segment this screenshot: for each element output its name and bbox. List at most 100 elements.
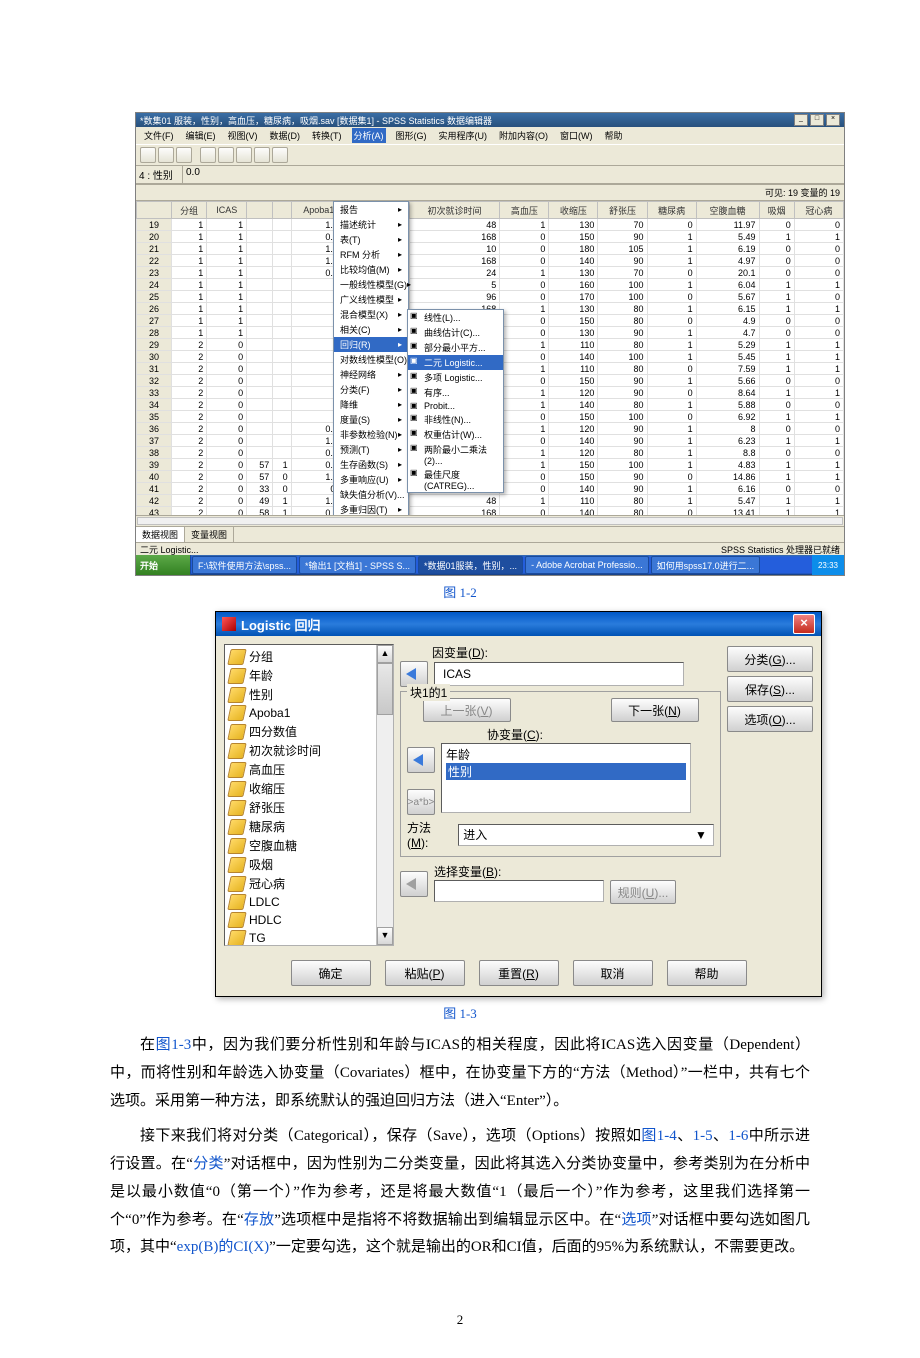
menu-item[interactable]: 多重归因(T)▸ (334, 502, 408, 515)
grid-cell[interactable]: 80 (598, 507, 647, 516)
menu-item[interactable]: 相关(C)▸ (334, 322, 408, 337)
variable-item[interactable]: 空腹血糖 (225, 836, 393, 855)
grid-cell[interactable]: 0 (207, 483, 247, 495)
grid-cell[interactable]: 1 (172, 303, 207, 315)
grid-column-header[interactable]: 分组 (172, 202, 207, 219)
link-options[interactable]: 选项 (621, 1212, 651, 1228)
grid-column-header[interactable]: 糖尿病 (647, 202, 696, 219)
grid-cell[interactable]: 100 (598, 279, 647, 291)
grid-cell[interactable]: 8.64 (696, 387, 759, 399)
grid-cell[interactable] (247, 375, 273, 387)
grid-cell[interactable]: 0 (500, 375, 549, 387)
grid-cell[interactable]: 1 (794, 507, 843, 516)
grid-cell[interactable]: 1 (647, 483, 696, 495)
grid-cell[interactable]: 6.19 (696, 243, 759, 255)
grid-cell[interactable]: 1 (207, 267, 247, 279)
menu-item[interactable]: 生存函数(S)▸ (334, 457, 408, 472)
grid-cell[interactable]: 1 (647, 447, 696, 459)
grid-cell[interactable]: 1 (500, 399, 549, 411)
tb-open-icon[interactable] (140, 147, 156, 163)
grid-cell[interactable]: 49 (247, 495, 273, 507)
grid-cell[interactable]: 1 (759, 351, 794, 363)
grid-cell[interactable]: 105 (598, 243, 647, 255)
menu-file[interactable]: 文件(F) (142, 128, 176, 143)
variable-item[interactable]: 分组 (225, 647, 393, 666)
menu-item[interactable]: 多重响应(U)▸ (334, 472, 408, 487)
grid-cell[interactable]: 1 (207, 255, 247, 267)
grid-cell[interactable]: 58 (247, 507, 273, 516)
grid-cell[interactable] (247, 303, 273, 315)
grid-cell[interactable]: 120 (549, 447, 598, 459)
grid-cell[interactable] (273, 447, 291, 459)
grid-cell[interactable]: 0 (500, 243, 549, 255)
grid-cell[interactable]: 1 (794, 231, 843, 243)
grid-cell[interactable]: 0 (273, 483, 291, 495)
row-header[interactable]: 29 (137, 339, 172, 351)
grid-cell[interactable]: 0 (500, 351, 549, 363)
grid-cell[interactable]: 5.29 (696, 339, 759, 351)
menu-item[interactable]: 分类(F)▸ (334, 382, 408, 397)
grid-cell[interactable]: 0 (647, 507, 696, 516)
dialog-close-icon[interactable]: × (793, 614, 815, 634)
taskbar-item[interactable]: 如何用spss17.0进行二... (651, 556, 761, 574)
menu-utilities[interactable]: 实用程序(U) (437, 128, 490, 143)
scroll-thumb[interactable] (377, 663, 393, 715)
grid-cell[interactable]: 0 (500, 435, 549, 447)
grid-cell[interactable]: 2 (172, 351, 207, 363)
grid-cell[interactable] (273, 291, 291, 303)
grid-cell[interactable] (247, 255, 273, 267)
grid-cell[interactable] (247, 435, 273, 447)
grid-cell[interactable]: 170 (549, 291, 598, 303)
grid-cell[interactable]: 1 (759, 363, 794, 375)
submenu-item[interactable]: ▣部分最小平方... (408, 340, 503, 355)
grid-column-header[interactable]: 冠心病 (794, 202, 843, 219)
grid-cell[interactable]: 1 (172, 267, 207, 279)
grid-cell[interactable]: 0 (500, 279, 549, 291)
menu-item[interactable]: RFM 分析▸ (334, 247, 408, 262)
grid-cell[interactable] (247, 339, 273, 351)
row-header[interactable]: 39 (137, 459, 172, 471)
grid-column-header[interactable] (137, 202, 172, 219)
link-fig1-4[interactable]: 图1-4 (641, 1128, 676, 1144)
grid-cell[interactable]: 10 (409, 243, 499, 255)
grid-cell[interactable]: 1 (172, 279, 207, 291)
variable-item[interactable]: 收缩压 (225, 779, 393, 798)
grid-cell[interactable]: 13.41 (696, 507, 759, 516)
grid-cell[interactable]: 0 (647, 219, 696, 231)
grid-cell[interactable]: 1 (207, 219, 247, 231)
grid-cell[interactable]: 0 (759, 315, 794, 327)
grid-cell[interactable]: 1 (172, 327, 207, 339)
grid-cell[interactable] (273, 363, 291, 375)
taskbar-item[interactable]: - Adobe Acrobat Professio... (525, 556, 649, 574)
interaction-button[interactable]: >a*b> (407, 789, 435, 815)
grid-cell[interactable]: 0 (794, 291, 843, 303)
submenu-item[interactable]: ▣权重估计(W)... (408, 427, 503, 442)
grid-cell[interactable]: 100 (598, 459, 647, 471)
grid-cell[interactable]: 140 (549, 507, 598, 516)
grid-cell[interactable]: 1 (172, 255, 207, 267)
grid-cell[interactable]: 1 (759, 435, 794, 447)
taskbar-item[interactable]: *输出1 [文档1] - SPSS S... (299, 556, 416, 574)
grid-cell[interactable]: 90 (598, 327, 647, 339)
grid-cell[interactable]: 5.66 (696, 375, 759, 387)
grid-column-header[interactable]: 空腹血糖 (696, 202, 759, 219)
menu-item[interactable]: 描述统计▸ (334, 217, 408, 232)
grid-cell[interactable]: 48 (409, 219, 499, 231)
row-header[interactable]: 28 (137, 327, 172, 339)
grid-cell[interactable]: 11.97 (696, 219, 759, 231)
grid-cell[interactable]: 57 (247, 471, 273, 483)
grid-cell[interactable]: 1 (647, 231, 696, 243)
grid-cell[interactable]: 0 (273, 471, 291, 483)
grid-cell[interactable]: 80 (598, 399, 647, 411)
covariate-box[interactable]: 年龄 性别 (441, 743, 691, 813)
grid-cell[interactable]: 1 (794, 411, 843, 423)
grid-cell[interactable]: 0 (207, 507, 247, 516)
grid-cell[interactable]: 1 (647, 375, 696, 387)
grid-column-header[interactable] (247, 202, 273, 219)
grid-cell[interactable]: 8 (696, 423, 759, 435)
grid-column-header[interactable]: 舒张压 (598, 202, 647, 219)
tb-redo-icon[interactable] (218, 147, 234, 163)
grid-cell[interactable]: 6.15 (696, 303, 759, 315)
grid-cell[interactable]: 6.92 (696, 411, 759, 423)
grid-cell[interactable]: 4.9 (696, 315, 759, 327)
